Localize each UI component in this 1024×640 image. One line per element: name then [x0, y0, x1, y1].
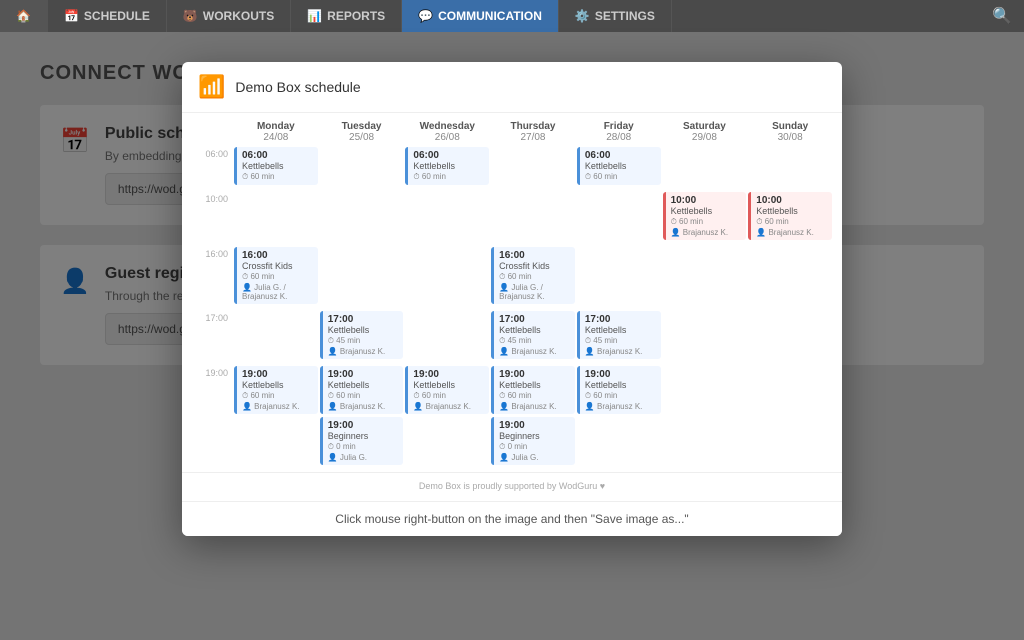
class-card[interactable]: 19:00 Beginners ⏱ 0 min 👤 Julia G. [320, 417, 404, 465]
cell-sat-1000: 10:00 Kettlebells ⏱ 60 min 👤 Brajanusz K… [663, 192, 747, 243]
time-row-1900: 19:00 19:00 Kettlebells ⏱ 60 min 👤 Braja… [192, 366, 832, 468]
cell-thu-0600 [491, 147, 575, 188]
cell-mon-1900: 19:00 Kettlebells ⏱ 60 min 👤 Brajanusz K… [234, 366, 318, 468]
time-label-1900: 19:00 [192, 366, 232, 468]
modal-footer: Demo Box is proudly supported by WodGuru… [182, 472, 842, 501]
cell-tue-1000 [320, 192, 404, 243]
cell-mon-1600: 16:00 Crossfit Kids ⏱ 60 min 👤 Julia G. … [234, 247, 318, 307]
cell-wed-1600 [405, 247, 489, 307]
time-row-1700: 17:00 17:00 Kettlebells ⏱ 45 min 👤 Braja… [192, 311, 832, 362]
reports-icon: 📊 [307, 9, 322, 23]
nav-communication[interactable]: 💬 COMMUNICATION [402, 0, 559, 32]
class-card[interactable]: 16:00 Crossfit Kids ⏱ 60 min 👤 Julia G. … [491, 247, 575, 304]
cell-sat-1700 [663, 311, 747, 362]
time-row-1600: 16:00 16:00 Crossfit Kids ⏱ 60 min 👤 Jul… [192, 247, 832, 307]
cell-wed-1000 [405, 192, 489, 243]
time-row-0600: 06:00 06:00 Kettlebells ⏱ 60 min 06:00 K… [192, 147, 832, 188]
class-card[interactable]: 17:00 Kettlebells ⏱ 45 min 👤 Brajanusz K… [491, 311, 575, 359]
search-button[interactable]: 🔍 [980, 0, 1024, 32]
class-card[interactable]: 17:00 Kettlebells ⏱ 45 min 👤 Brajanusz K… [577, 311, 661, 359]
class-card[interactable]: 06:00 Kettlebells ⏱ 60 min [577, 147, 661, 185]
calendar-container[interactable]: Monday 24/08 Tuesday 25/08 Wednesday 26/… [182, 113, 842, 472]
cell-fri-1600 [577, 247, 661, 307]
cell-tue-0600 [320, 147, 404, 188]
top-nav: 🏠 📅 SCHEDULE 🐻 WORKOUTS 📊 REPORTS 💬 COMM… [0, 0, 1024, 32]
workouts-icon: 🐻 [183, 9, 198, 23]
time-row-1000: 10:00 10:00 Kettlebells ⏱ 60 min 👤 Braja… [192, 192, 832, 243]
class-card[interactable]: 17:00 Kettlebells ⏱ 45 min 👤 Brajanusz K… [320, 311, 404, 359]
cell-thu-1700: 17:00 Kettlebells ⏱ 45 min 👤 Brajanusz K… [491, 311, 575, 362]
day-header-sunday: Sunday 30/08 [748, 121, 832, 143]
class-card[interactable]: 19:00 Kettlebells ⏱ 60 min 👤 Brajanusz K… [577, 366, 661, 414]
cell-thu-1000 [491, 192, 575, 243]
nav-reports[interactable]: 📊 REPORTS [291, 0, 402, 32]
cell-wed-1700 [405, 311, 489, 362]
class-card[interactable]: 19:00 Kettlebells ⏱ 60 min 👤 Brajanusz K… [491, 366, 575, 414]
cell-tue-1900: 19:00 Kettlebells ⏱ 60 min 👤 Brajanusz K… [320, 366, 404, 468]
settings-icon: ⚙️ [575, 9, 590, 23]
cell-sun-1900 [748, 366, 832, 468]
footer-text: Demo Box is proudly supported by WodGuru… [419, 481, 605, 491]
wifi-icon: 📶 [198, 74, 225, 100]
cell-sun-1600 [748, 247, 832, 307]
class-card[interactable]: 10:00 Kettlebells ⏱ 60 min 👤 Brajanusz K… [748, 192, 832, 240]
cell-sat-0600 [663, 147, 747, 188]
schedule-modal: 📶 Demo Box schedule Monday 24/08 Tuesday… [182, 62, 842, 536]
class-card[interactable]: 19:00 Kettlebells ⏱ 60 min 👤 Brajanusz K… [234, 366, 318, 414]
cell-thu-1600: 16:00 Crossfit Kids ⏱ 60 min 👤 Julia G. … [491, 247, 575, 307]
cell-thu-1900: 19:00 Kettlebells ⏱ 60 min 👤 Brajanusz K… [491, 366, 575, 468]
class-card[interactable]: 19:00 Kettlebells ⏱ 60 min 👤 Brajanusz K… [405, 366, 489, 414]
nav-home[interactable]: 🏠 [0, 0, 48, 32]
cell-fri-1700: 17:00 Kettlebells ⏱ 45 min 👤 Brajanusz K… [577, 311, 661, 362]
day-header-thursday: Thursday 27/08 [491, 121, 575, 143]
schedule-icon: 📅 [64, 9, 79, 23]
cell-sat-1600 [663, 247, 747, 307]
instruction-bar: Click mouse right-button on the image an… [182, 501, 842, 536]
instruction-text: Click mouse right-button on the image an… [335, 512, 688, 526]
search-icon: 🔍 [992, 6, 1012, 26]
day-header-wednesday: Wednesday 26/08 [405, 121, 489, 143]
time-label-1600: 16:00 [192, 247, 232, 307]
modal-overlay: 📶 Demo Box schedule Monday 24/08 Tuesday… [0, 32, 1024, 640]
cell-wed-1900: 19:00 Kettlebells ⏱ 60 min 👤 Brajanusz K… [405, 366, 489, 468]
home-icon: 🏠 [16, 9, 31, 23]
day-header-monday: Monday 24/08 [234, 121, 318, 143]
nav-workouts[interactable]: 🐻 WORKOUTS [167, 0, 291, 32]
class-card[interactable]: 19:00 Beginners ⏱ 0 min 👤 Julia G. [491, 417, 575, 465]
cell-fri-0600: 06:00 Kettlebells ⏱ 60 min [577, 147, 661, 188]
time-label-1700: 17:00 [192, 311, 232, 362]
cell-sun-1000: 10:00 Kettlebells ⏱ 60 min 👤 Brajanusz K… [748, 192, 832, 243]
cell-sun-0600 [748, 147, 832, 188]
class-card[interactable]: 10:00 Kettlebells ⏱ 60 min 👤 Brajanusz K… [663, 192, 747, 240]
day-header-friday: Friday 28/08 [577, 121, 661, 143]
day-header-saturday: Saturday 29/08 [663, 121, 747, 143]
cell-tue-1600 [320, 247, 404, 307]
modal-title: Demo Box schedule [235, 79, 360, 95]
cell-tue-1700: 17:00 Kettlebells ⏱ 45 min 👤 Brajanusz K… [320, 311, 404, 362]
day-header-tuesday: Tuesday 25/08 [320, 121, 404, 143]
time-label-0600: 06:00 [192, 147, 232, 188]
cell-mon-1000 [234, 192, 318, 243]
cell-mon-0600: 06:00 Kettlebells ⏱ 60 min [234, 147, 318, 188]
class-card[interactable]: 19:00 Kettlebells ⏱ 60 min 👤 Brajanusz K… [320, 366, 404, 414]
cell-sun-1700 [748, 311, 832, 362]
class-card[interactable]: 06:00 Kettlebells ⏱ 60 min [405, 147, 489, 185]
cell-fri-1000 [577, 192, 661, 243]
cell-mon-1700 [234, 311, 318, 362]
calendar-days-header: Monday 24/08 Tuesday 25/08 Wednesday 26/… [192, 113, 832, 147]
cell-fri-1900: 19:00 Kettlebells ⏱ 60 min 👤 Brajanusz K… [577, 366, 661, 468]
class-card[interactable]: 16:00 Crossfit Kids ⏱ 60 min 👤 Julia G. … [234, 247, 318, 304]
class-card[interactable]: 06:00 Kettlebells ⏱ 60 min [234, 147, 318, 185]
communication-icon: 💬 [418, 9, 433, 23]
nav-schedule[interactable]: 📅 SCHEDULE [48, 0, 167, 32]
modal-header: 📶 Demo Box schedule [182, 62, 842, 113]
cell-sat-1900 [663, 366, 747, 468]
nav-settings[interactable]: ⚙️ SETTINGS [559, 0, 672, 32]
time-label-1000: 10:00 [192, 192, 232, 243]
cell-wed-0600: 06:00 Kettlebells ⏱ 60 min [405, 147, 489, 188]
